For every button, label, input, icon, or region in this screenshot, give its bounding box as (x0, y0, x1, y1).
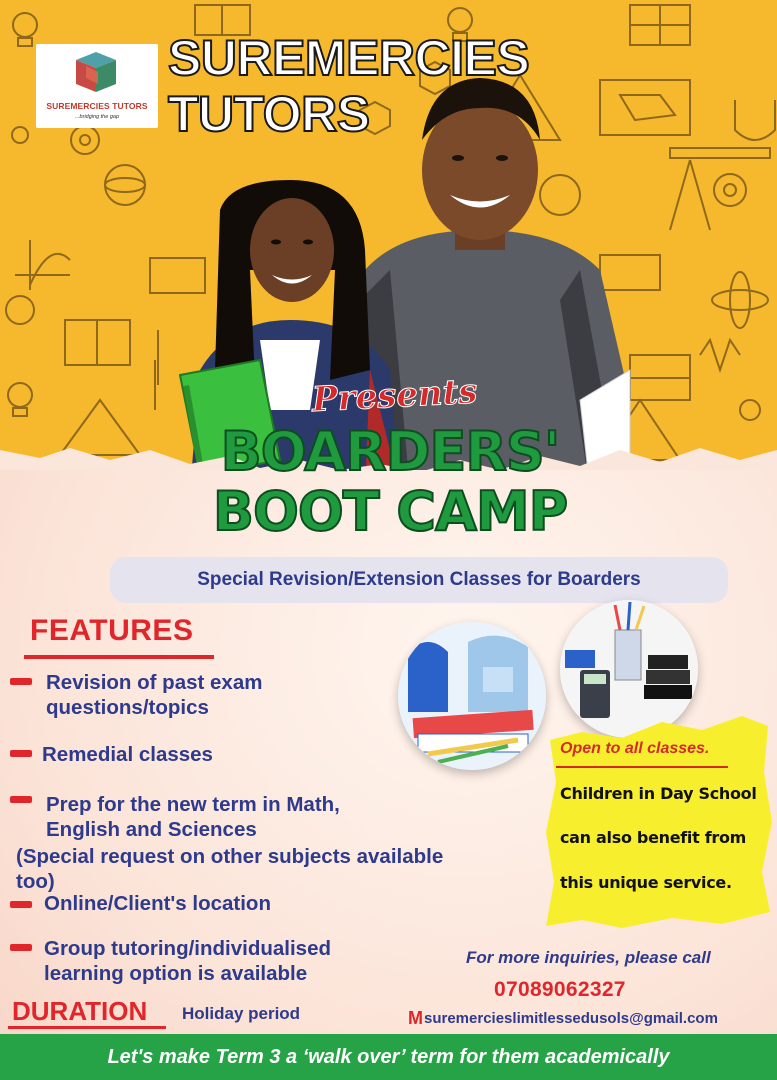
duration-value: Holiday period (182, 1004, 301, 1023)
dash-bullet-icon (10, 678, 32, 685)
logo-tagline: ...bridging the gap (74, 114, 120, 120)
feature-note: (Special request on other subjects avail… (16, 845, 444, 893)
footer-banner: Let's make Term 3 a ‘walk over’ term for… (0, 1034, 777, 1080)
note-line: can also benefit from (560, 828, 747, 847)
feature-line: English and Sciences (46, 818, 257, 841)
email-address[interactable]: suremercieslimitlessedusols@gmail.com (424, 1010, 718, 1027)
subtitle-text: Special Revision/Extension Classes for B… (197, 569, 641, 590)
event-title-line1: BOARDERS' (220, 420, 562, 483)
brand-title: SUREMERCIES TUTORS (167, 29, 531, 143)
duration-underline (8, 1026, 166, 1029)
email-row[interactable]: M suremercieslimitlessedusols@gmail.com (408, 1008, 718, 1029)
note-underline (556, 766, 728, 768)
backpack-supplies-image (398, 622, 546, 770)
feature-line: Prep for the new term in Math, (46, 793, 340, 816)
features-underline (24, 655, 214, 659)
logo-name: SUREMERCIES TUTORS (46, 101, 148, 111)
brand-logo: SUREMERCIES TUTORS ...bridging the gap (36, 44, 158, 128)
feature-item: Online/Client's location (10, 891, 480, 916)
dash-bullet-icon (10, 750, 32, 757)
features-heading: FEATURES (30, 614, 194, 647)
event-title-line2: BOOT CAMP (212, 480, 569, 543)
feature-line: Online/Client's location (44, 892, 271, 915)
mail-icon: M (408, 1008, 423, 1028)
feature-line: Remedial classes (42, 743, 213, 766)
dash-bullet-icon (10, 796, 32, 803)
dash-bullet-icon (10, 944, 32, 951)
school-supplies-photo (398, 622, 546, 770)
feature-item: Prep for the new term in Math, English a… (10, 792, 480, 894)
duration-heading: DURATION (12, 996, 148, 1026)
inquiry-text: For more inquiries, please call (466, 948, 711, 967)
note-line: Children in Day School (560, 784, 757, 803)
dash-bullet-icon (10, 901, 32, 908)
feature-item: Remedial classes (10, 742, 480, 767)
feature-line: learning option is available (44, 962, 308, 985)
phone-number[interactable]: 07089062327 (494, 978, 626, 1002)
event-title: BOARDERS' BOOT CAMP (195, 420, 585, 543)
subtitle-banner: Special Revision/Extension Classes for B… (110, 557, 728, 603)
presents-label: Presents (311, 371, 479, 421)
brand-title-line1: SUREMERCIES (167, 29, 531, 87)
note-title: Open to all classes. (560, 740, 710, 757)
feature-item: Group tutoring/individualised learning o… (10, 936, 480, 986)
feature-line: Group tutoring/individualised (44, 937, 331, 960)
note-line: this unique service. (560, 873, 732, 892)
footer-slogan: Let's make Term 3 a ‘walk over’ term for… (107, 1045, 670, 1068)
cube-logo-icon (76, 52, 116, 92)
brand-title-line2: TUTORS (167, 85, 371, 143)
